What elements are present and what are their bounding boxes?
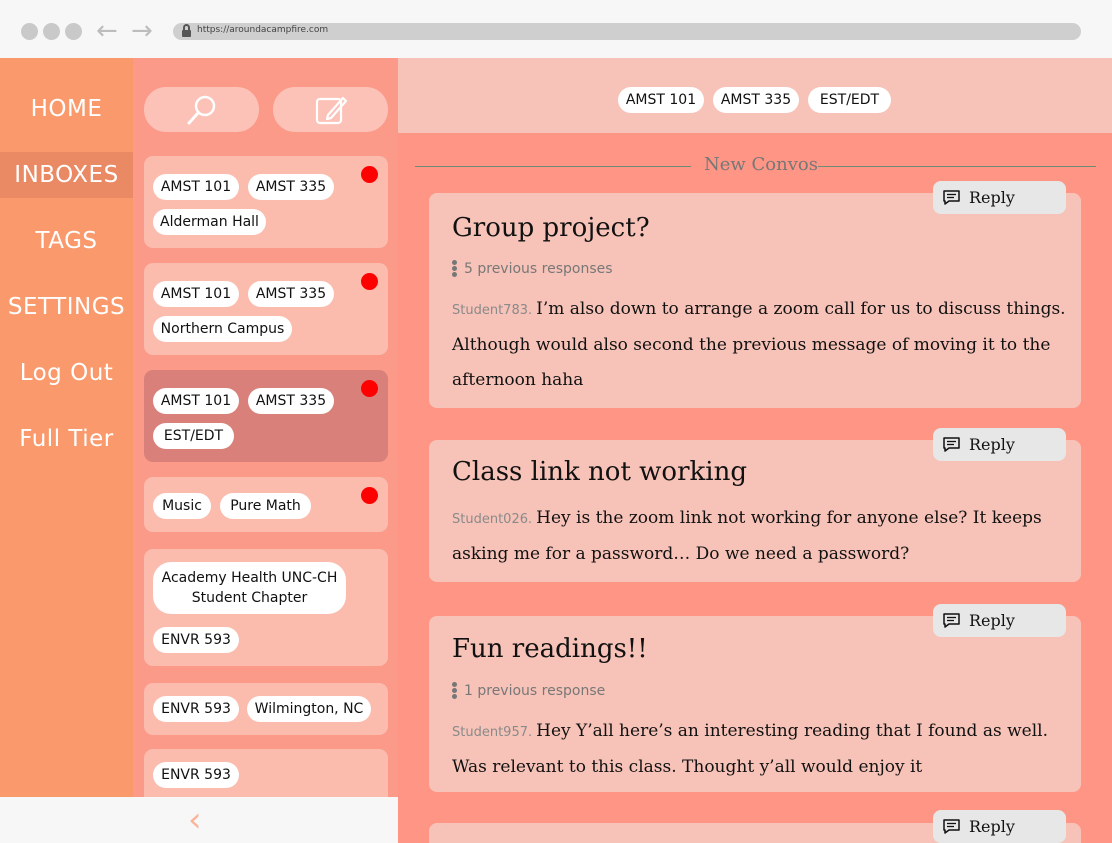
chat-bubble-icon	[943, 437, 960, 452]
nav-item-label: TAGS	[35, 228, 98, 254]
tag-pill[interactable]: Northern Campus	[153, 316, 292, 342]
more-vertical-icon	[452, 681, 458, 700]
chat-bubble-icon	[943, 819, 960, 834]
tag-pill[interactable]: AMST 335	[248, 281, 334, 307]
reply-button[interactable]: Reply	[933, 428, 1066, 461]
window-minimize-dot[interactable]	[43, 23, 60, 40]
nav-item-full-tier[interactable]: Full Tier	[0, 416, 133, 462]
browser-chrome: ← → https://aroundacampfire.com	[0, 0, 1112, 58]
tag-pill[interactable]: ENVR 593	[153, 696, 239, 722]
inbox-card[interactable]: AMST 101 AMST 335 Northern Campus	[144, 263, 388, 355]
previous-responses[interactable]: 1 previous response	[452, 681, 605, 700]
chevron-left-icon[interactable]: ‹	[188, 803, 202, 837]
compose-button[interactable]	[273, 87, 388, 132]
post-title: Group project?	[452, 213, 650, 243]
post-body: Student026. Hey is the zoom link not work…	[452, 501, 1072, 572]
inbox-card[interactable]: ENVR 593	[144, 749, 388, 797]
header-tag-pill[interactable]: AMST 101	[618, 87, 704, 113]
tag-pill[interactable]: EST/EDT	[153, 423, 234, 449]
header-tag-pill[interactable]: EST/EDT	[808, 87, 891, 113]
more-vertical-icon	[452, 259, 458, 278]
unread-dot	[361, 166, 378, 183]
nav-item-label: HOME	[30, 96, 103, 122]
window-maximize-dot[interactable]	[65, 23, 82, 40]
nav-item-home[interactable]: HOME	[0, 86, 133, 132]
inbox-card-selected[interactable]: AMST 101 AMST 335 EST/EDT	[144, 370, 388, 462]
chat-bubble-icon	[943, 613, 960, 628]
divider-line	[818, 166, 1096, 167]
nav-item-settings[interactable]: SETTINGS	[0, 284, 133, 330]
main-nav: HOME INBOXES TAGS SETTINGS Log Out Full …	[0, 58, 133, 843]
previous-responses[interactable]: 5 previous responses	[452, 259, 613, 278]
conversation-card[interactable]: Class link not working Student026. Hey is…	[429, 440, 1081, 582]
tag-pill[interactable]: Academy Health UNC-CH Student Chapter	[153, 562, 346, 614]
arrow-right-icon[interactable]: →	[131, 16, 153, 46]
reply-button[interactable]: Reply	[933, 181, 1066, 214]
tag-pill[interactable]: AMST 335	[248, 174, 334, 200]
post-text: Hey Y’all here’s an interesting reading …	[452, 721, 1048, 777]
url-text: https://aroundacampfire.com	[197, 25, 329, 35]
nav-item-label: Full Tier	[19, 426, 114, 452]
previous-responses-label: 5 previous responses	[464, 260, 613, 277]
unread-dot	[361, 487, 378, 504]
unread-dot	[361, 273, 378, 290]
reply-label: Reply	[969, 817, 1015, 836]
window-close-dot[interactable]	[21, 23, 38, 40]
post-title: Fun readings!!	[452, 634, 648, 664]
post-author: Student783.	[452, 303, 533, 318]
inbox-header: AMST 101 AMST 335 EST/EDT	[398, 58, 1112, 133]
reply-label: Reply	[969, 188, 1015, 207]
nav-item-label: SETTINGS	[7, 294, 126, 320]
inbox-card[interactable]: AMST 101 AMST 335 Alderman Hall	[144, 156, 388, 248]
chat-bubble-icon	[943, 190, 960, 205]
tag-pill[interactable]: Alderman Hall	[153, 209, 266, 235]
search-icon	[187, 95, 215, 124]
divider-line	[415, 166, 691, 167]
lock-icon	[182, 24, 191, 37]
nav-item-log-out[interactable]: Log Out	[0, 350, 133, 396]
address-bar[interactable]: https://aroundacampfire.com	[173, 23, 1081, 40]
tag-pill[interactable]: ENVR 593	[153, 627, 239, 653]
post-body: Student957. Hey Y’all here’s an interesti…	[452, 714, 1072, 785]
nav-item-inboxes[interactable]: INBOXES	[0, 152, 133, 198]
tag-pill[interactable]: AMST 335	[248, 388, 334, 414]
tag-pill[interactable]: Wilmington, NC	[247, 696, 371, 722]
post-text: I’m also down to arrange a zoom call for…	[452, 299, 1066, 390]
compose-icon	[315, 96, 347, 124]
tag-pill[interactable]: Music	[153, 493, 211, 519]
tag-pill[interactable]: AMST 101	[153, 281, 239, 307]
tag-pill[interactable]: ENVR 593	[153, 762, 239, 788]
nav-item-label: Log Out	[19, 360, 114, 386]
arrow-left-icon[interactable]: ←	[96, 16, 118, 46]
nav-item-tags[interactable]: TAGS	[0, 218, 133, 264]
conversation-card[interactable]: Group project? 5 previous responses Stud…	[429, 193, 1081, 408]
unread-dot	[361, 380, 378, 397]
tag-pill[interactable]: AMST 101	[153, 388, 239, 414]
post-title: Class link not working	[452, 457, 747, 487]
reply-label: Reply	[969, 611, 1015, 630]
reply-button[interactable]: Reply	[933, 604, 1066, 637]
conversation-card[interactable]: Fun readings!! 1 previous response Stude…	[429, 616, 1081, 792]
header-tag-pill[interactable]: AMST 335	[713, 87, 799, 113]
post-text: Hey is the zoom link not working for any…	[452, 508, 1042, 564]
reply-label: Reply	[969, 435, 1015, 454]
search-button[interactable]	[144, 87, 259, 132]
divider-label: New Convos	[704, 154, 818, 175]
inbox-card[interactable]: Academy Health UNC-CH Student Chapter EN…	[144, 549, 388, 666]
post-body: Student783. I’m also down to arrange a zo…	[452, 292, 1072, 398]
conversation-panel: AMST 101 AMST 335 EST/EDT New Convos Gro…	[398, 58, 1112, 843]
post-author: Student957.	[452, 725, 533, 740]
tag-pill[interactable]: Pure Math	[220, 493, 311, 519]
nav-item-label: INBOXES	[14, 162, 119, 188]
tag-pill[interactable]: AMST 101	[153, 174, 239, 200]
bottom-bar: ‹	[0, 797, 398, 843]
post-author: Student026.	[452, 512, 533, 527]
inbox-card[interactable]: Music Pure Math	[144, 477, 388, 532]
previous-responses-label: 1 previous response	[464, 682, 606, 699]
inbox-card[interactable]: ENVR 593 Wilmington, NC	[144, 683, 388, 735]
reply-button[interactable]: Reply	[933, 810, 1066, 843]
inbox-list: AMST 101 AMST 335 Alderman Hall AMST 101…	[133, 58, 398, 797]
